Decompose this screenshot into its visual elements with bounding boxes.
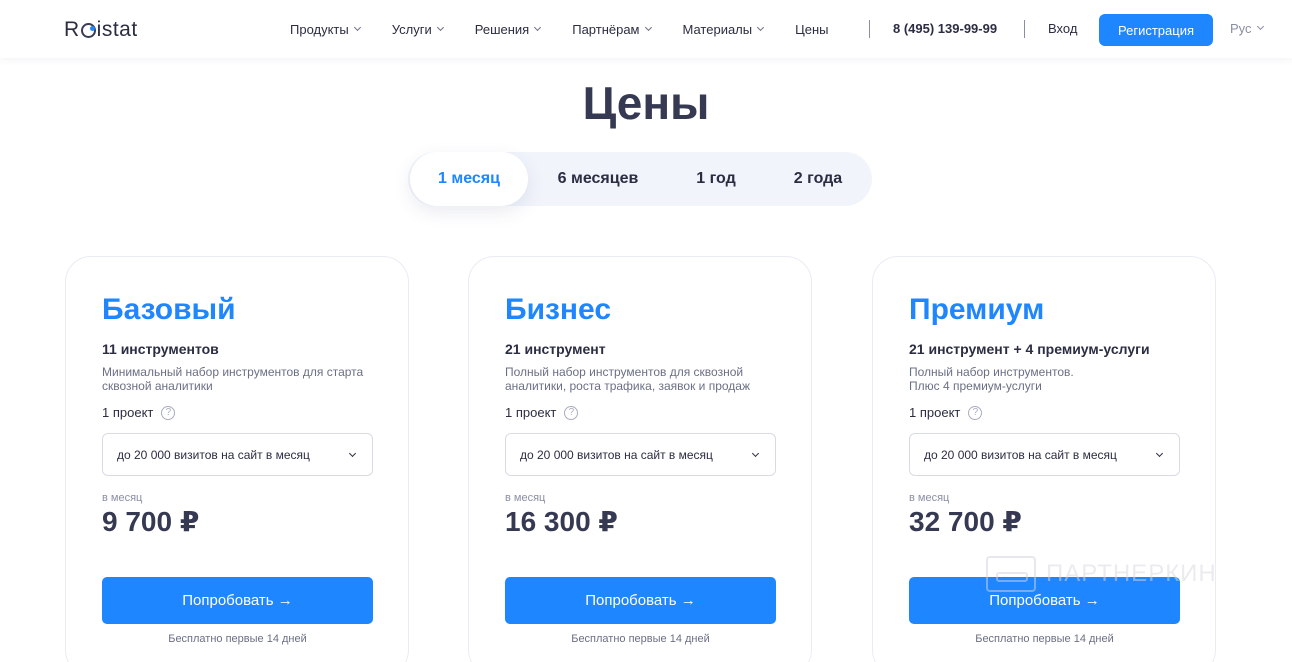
visits-select-value: до 20 000 визитов на сайт в месяц <box>117 447 310 462</box>
visits-select-value: до 20 000 визитов на сайт в месяц <box>520 447 713 462</box>
plan-price: 16 300 ₽ <box>505 506 618 537</box>
nav-materials-label: Материалы <box>682 21 753 37</box>
chevron-down-icon <box>644 23 652 31</box>
tab-6-months[interactable]: 6 месяцев <box>538 152 658 206</box>
tab-1-year[interactable]: 1 год <box>668 152 764 206</box>
plan-projects: 1 проект? <box>909 405 983 420</box>
register-button[interactable]: Регистрация <box>1099 14 1213 46</box>
plan-tools-count: 11 инструментов <box>102 341 219 357</box>
watermark: ПАРТНЕРКИН <box>986 556 1217 592</box>
plan-tools-count: 21 инструмент + 4 премиум-услуги <box>909 341 1150 357</box>
visits-select[interactable]: до 20 000 визитов на сайт в месяц <box>505 433 776 476</box>
price-period: в месяц <box>505 492 546 504</box>
visits-select-value: до 20 000 визитов на сайт в месяц <box>924 447 1117 462</box>
nav-prices-label: Цены <box>795 21 829 37</box>
nav-partners-label: Партнёрам <box>572 21 640 37</box>
nav-services-label: Услуги <box>391 21 432 37</box>
plan-card-basic: Базовый 11 инструментов Минимальный набо… <box>65 256 409 662</box>
chevron-down-icon <box>353 23 361 31</box>
price-period: в месяц <box>102 492 143 504</box>
phone-link[interactable]: 8 (495) 139-99-99 <box>893 21 997 36</box>
visits-select[interactable]: до 20 000 визитов на сайт в месяц <box>102 433 373 476</box>
login-link[interactable]: Вход <box>1048 21 1077 36</box>
nav-solutions-label: Решения <box>474 21 530 37</box>
plan-projects-label: 1 проект <box>102 405 154 420</box>
help-icon[interactable]: ? <box>161 405 176 420</box>
plan-description: Полный набор инструментов для сквозной ан… <box>505 365 785 393</box>
plan-name: Бизнес <box>505 293 612 326</box>
logo-o-icon <box>80 23 96 38</box>
help-icon[interactable]: ? <box>968 405 983 420</box>
plan-projects-label: 1 проект <box>909 405 961 420</box>
price-period: в месяц <box>909 492 950 504</box>
plan-card-premium: Премиум 21 инструмент + 4 премиум-услуги… <box>872 256 1216 662</box>
help-icon[interactable]: ? <box>564 405 579 420</box>
plan-name: Базовый <box>102 293 236 326</box>
language-label: Рус <box>1230 21 1252 36</box>
plan-description-line: Плюс 4 премиум-услуги <box>909 379 1042 393</box>
nav-products-label: Продукты <box>290 21 349 37</box>
plan-description-line: Полный набор инструментов. <box>909 365 1074 379</box>
chevron-down-icon <box>1256 22 1264 31</box>
nav-divider <box>1024 20 1025 38</box>
try-button[interactable]: Попробовать → <box>102 577 373 624</box>
nav-materials[interactable]: Материалы <box>682 21 765 37</box>
watermark-text: ПАРТНЕРКИН <box>1046 560 1217 587</box>
plan-name: Премиум <box>909 293 1045 326</box>
trial-note: Бесплатно первые 14 дней <box>975 633 1114 645</box>
chevron-down-icon <box>348 449 357 458</box>
period-tabs: 1 месяц 6 месяцев 1 год 2 года <box>408 152 872 206</box>
tab-1-month[interactable]: 1 месяц <box>410 152 528 206</box>
plan-projects: 1 проект? <box>505 405 579 420</box>
plan-projects: 1 проект? <box>102 405 176 420</box>
main-nav: Продукты Услуги Решения Партнёрам Матери… <box>290 0 860 58</box>
tab-2-years[interactable]: 2 года <box>770 152 866 206</box>
language-selector[interactable]: Рус <box>1230 21 1264 36</box>
nav-solutions[interactable]: Решения <box>474 21 542 37</box>
plan-description: Минимальный набор инструментов для старт… <box>102 365 382 393</box>
plan-projects-label: 1 проект <box>505 405 557 420</box>
visits-select[interactable]: до 20 000 визитов на сайт в месяц <box>909 433 1180 476</box>
nav-products[interactable]: Продукты <box>290 21 361 37</box>
nav-partners[interactable]: Партнёрам <box>572 21 652 37</box>
try-button[interactable]: Попробовать → <box>505 577 776 624</box>
plan-card-business: Бизнес 21 инструмент Полный набор инстру… <box>468 256 812 662</box>
watermark-logo-icon <box>986 556 1036 592</box>
chevron-down-icon <box>534 23 542 31</box>
page-title: Цены <box>582 77 710 129</box>
trial-note: Бесплатно первые 14 дней <box>571 633 710 645</box>
chevron-down-icon <box>757 23 765 31</box>
chevron-down-icon <box>1155 449 1164 458</box>
trial-note: Бесплатно первые 14 дней <box>168 633 307 645</box>
plan-description: Полный набор инструментов. Плюс 4 премиум… <box>909 365 1189 393</box>
plan-price: 32 700 ₽ <box>909 506 1022 537</box>
roistat-logo[interactable]: Ristat <box>64 18 138 42</box>
plan-description-line: аналитики, роста трафика, заявок и прода… <box>505 379 750 393</box>
plan-price: 9 700 ₽ <box>102 506 200 537</box>
chevron-down-icon <box>751 449 760 458</box>
nav-services[interactable]: Услуги <box>391 21 444 37</box>
plan-tools-count: 21 инструмент <box>505 341 606 357</box>
nav-divider <box>869 20 870 38</box>
chevron-down-icon <box>436 23 444 31</box>
plan-description-line: Минимальный набор инструментов для старт… <box>102 365 364 379</box>
plan-description-line: Полный набор инструментов для сквозной <box>505 365 744 379</box>
nav-prices[interactable]: Цены <box>795 22 828 37</box>
plan-description-line: сквозной аналитики <box>102 379 213 393</box>
site-header: Ristat Продукты Услуги Решения Партнёрам… <box>0 0 1292 58</box>
